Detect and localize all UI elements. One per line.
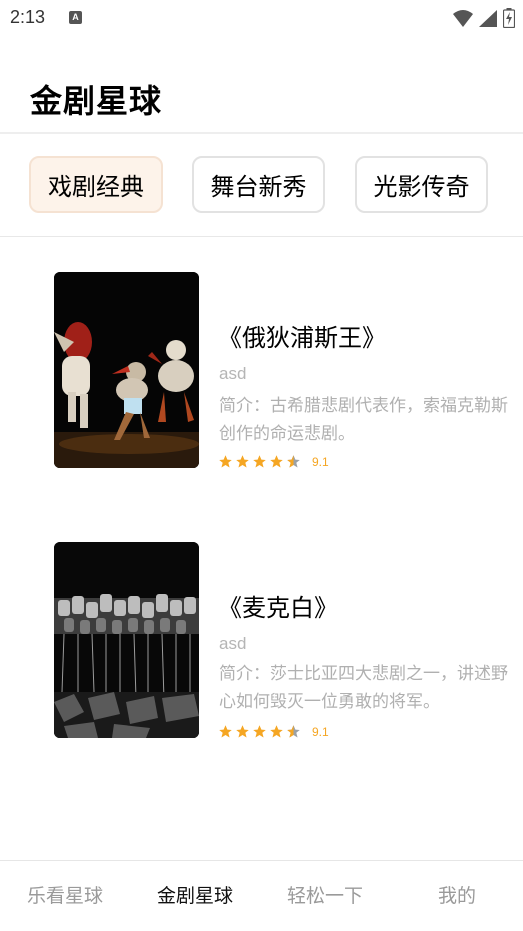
signal-icon [479,9,497,27]
card-subtitle: asd [219,634,247,653]
poster-image [54,272,199,468]
app-header: 金剧星球 [0,36,523,134]
masks-installation-image [54,542,199,738]
category-tabs: 戏剧经典 舞台新秀 光影传奇 [0,135,523,237]
nav-relax[interactable]: 轻松一下 [287,881,363,908]
star-icon [236,725,249,738]
nav-lekan-planet[interactable]: 乐看星球 [27,881,103,908]
wifi-icon [453,9,473,27]
a-icon: A [69,11,82,24]
card-description: 简介：古希腊悲剧代表作，索福克勒斯创作的命运悲剧。 [219,396,508,444]
tab-drama-classics[interactable]: 戏剧经典 [29,156,163,213]
star-icon [219,725,232,738]
status-time: 2:13 [10,7,46,27]
play-card[interactable]: 《俄狄浦斯王》 asd 简介：古希腊悲剧代表作，索福克勒斯创作的命运悲剧。 9.… [0,272,523,472]
star-icon [219,455,232,468]
star-icon [236,455,249,468]
card-subtitle: asd [219,364,247,383]
star-icon [270,455,283,468]
status-icons [453,8,515,28]
play-card[interactable]: 《麦克白》 asd 简介：莎士比亚四大悲剧之一，讲述野心如何毁灭一位勇敢的将军。… [0,542,523,742]
rating-stars: 9.1 [218,454,329,469]
nav-mine[interactable]: 我的 [438,881,476,908]
rating-value: 9.1 [312,724,329,739]
star-icon [270,725,283,738]
status-bar: 2:13 A [0,0,523,36]
card-title: 《麦克白》 [218,594,338,622]
star-icon [253,455,266,468]
card-title: 《俄狄浦斯王》 [218,324,386,352]
bottom-nav: 乐看星球 金剧星球 轻松一下 我的 [0,860,523,931]
rating-stars: 9.1 [218,724,329,739]
battery-charging-icon [503,8,515,28]
tab-film-legends[interactable]: 光影传奇 [355,156,488,213]
poster-image [54,542,199,738]
rating-value: 9.1 [312,454,329,469]
card-description: 简介：莎士比亚四大悲剧之一，讲述野心如何毁灭一位勇敢的将军。 [219,664,508,712]
star-icon [253,725,266,738]
half-star-icon [287,725,300,738]
page-title: 金剧星球 [30,82,163,120]
dancers-on-stage-image [54,272,199,468]
tab-stage-newcomers[interactable]: 舞台新秀 [192,156,325,213]
half-star-icon [287,455,300,468]
nav-jinju-planet[interactable]: 金剧星球 [157,881,233,908]
